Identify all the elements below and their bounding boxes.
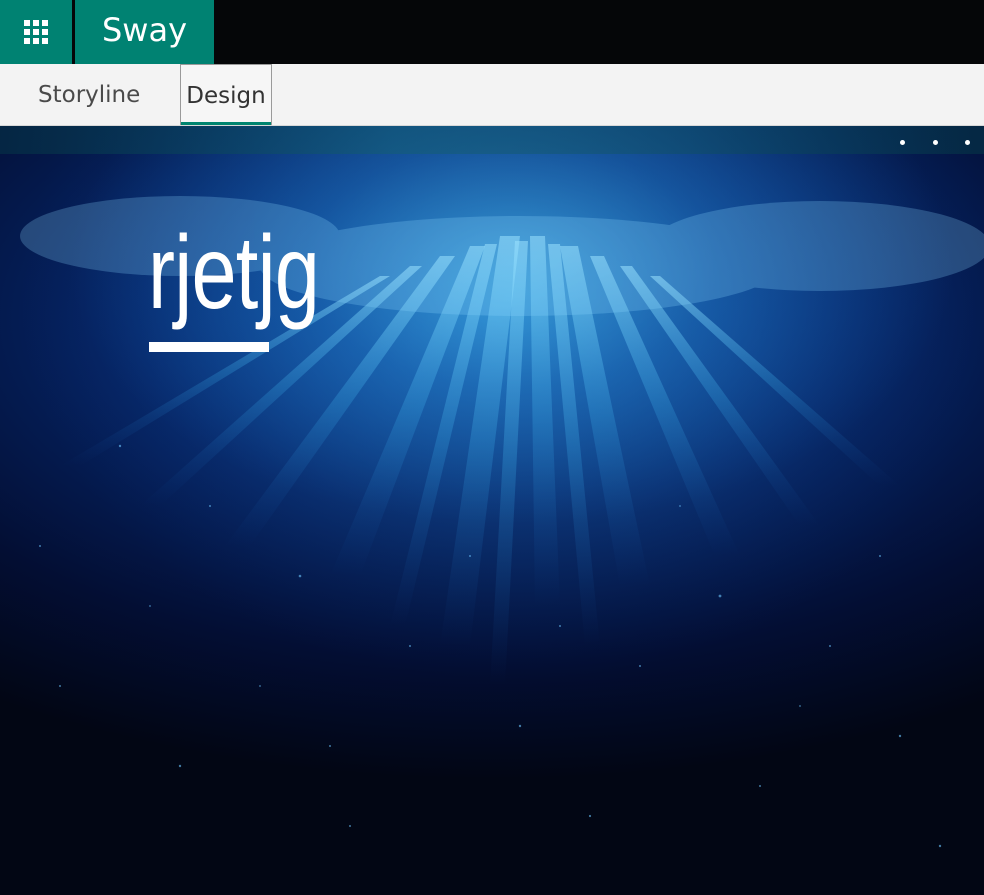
tab-bar: Storyline Design xyxy=(0,64,984,126)
tab-storyline[interactable]: Storyline xyxy=(38,64,148,125)
more-dots-icon xyxy=(932,139,938,145)
app-brand[interactable]: Sway xyxy=(75,0,214,64)
sway-canvas[interactable]: rjetjg xyxy=(0,126,984,895)
more-options-button[interactable] xyxy=(900,132,970,152)
more-dots-icon xyxy=(900,139,905,145)
more-dots-icon xyxy=(965,139,970,145)
tab-design[interactable]: Design xyxy=(180,64,272,125)
sway-title[interactable]: rjetjg xyxy=(148,218,320,328)
app-launcher-button[interactable] xyxy=(0,0,72,64)
title-accent-bar xyxy=(149,342,269,352)
waffle-icon xyxy=(24,20,48,44)
top-bar: Sway xyxy=(0,0,984,64)
